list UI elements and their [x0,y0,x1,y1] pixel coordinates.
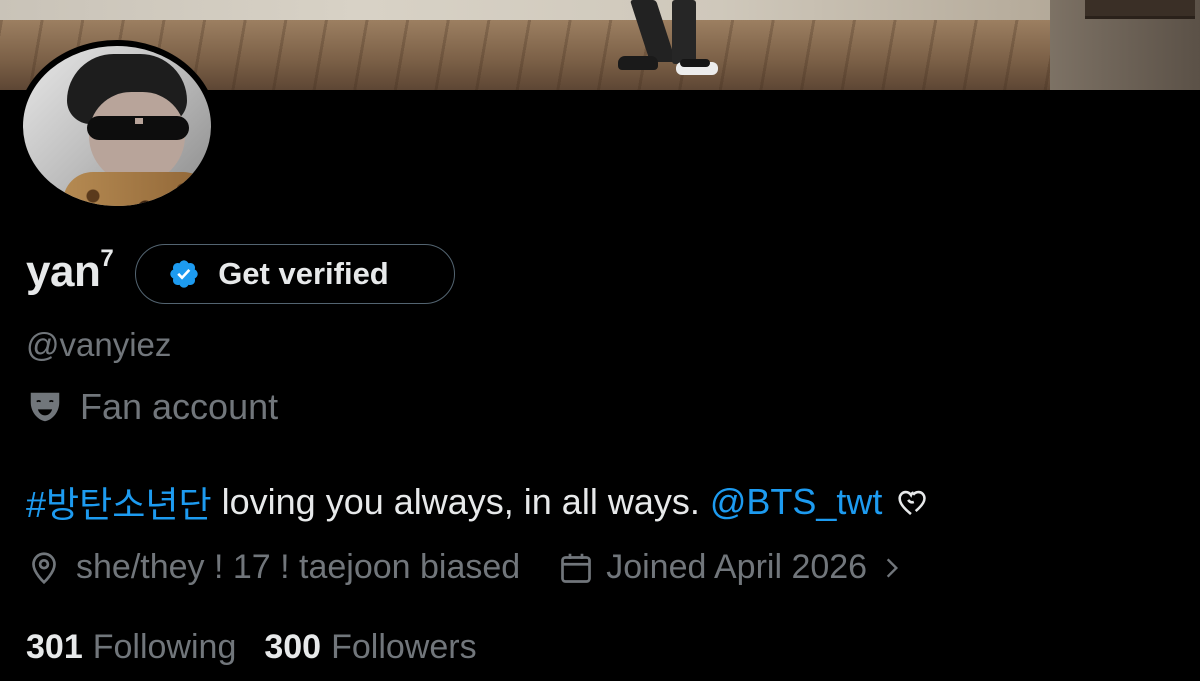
banner-wall [0,0,1200,22]
get-verified-button[interactable]: Get verified [135,244,456,304]
avatar[interactable] [17,40,217,212]
following-count: 301 [26,628,83,666]
calendar-icon [561,553,592,583]
profile-stats: 301 Following 300 Followers [26,628,477,667]
followers-label: Followers [331,628,477,666]
profile-joined-date: Joined April 2026 [606,548,868,586]
profile-category: Fan account [26,386,278,428]
profile-meta: she/they ! 17 ! taejoon biased Joined Ap… [26,548,905,587]
banner-figure-shoe [618,56,658,70]
verified-badge-icon [170,260,198,288]
theater-mask-icon [30,392,60,422]
heart-outline-icon [898,490,927,516]
following-label: Following [92,628,237,666]
profile-handle: @vanyiez [26,326,172,363]
profile-location: she/they ! 17 ! taejoon biased [76,548,521,586]
bio-mention-link[interactable]: @BTS_twt [710,481,883,523]
followers-link[interactable]: 300 Followers [264,628,476,667]
avatar-sunglasses-bridge [135,118,143,124]
name-row: yan7 Get verified [26,242,456,306]
banner-frame [1085,0,1195,19]
display-name: yan7 [26,245,114,296]
banner-figure-shoe-strap [680,59,710,67]
avatar-coat [63,172,211,206]
location-pin-icon [32,551,56,584]
chevron-right-icon[interactable] [879,555,905,581]
avatar-image [23,46,211,206]
bio-text: loving you always, in all ways. [211,481,710,522]
followers-count: 300 [264,628,322,666]
bio-hashtag-link[interactable]: #방탄소년단 [26,476,212,528]
following-link[interactable]: 301 Following [26,628,236,667]
profile-bio: #방탄소년단 loving you always, in all ways. @… [26,476,928,528]
banner-figure-leg [672,0,696,64]
category-label: Fan account [80,386,279,427]
get-verified-label: Get verified [218,256,389,291]
